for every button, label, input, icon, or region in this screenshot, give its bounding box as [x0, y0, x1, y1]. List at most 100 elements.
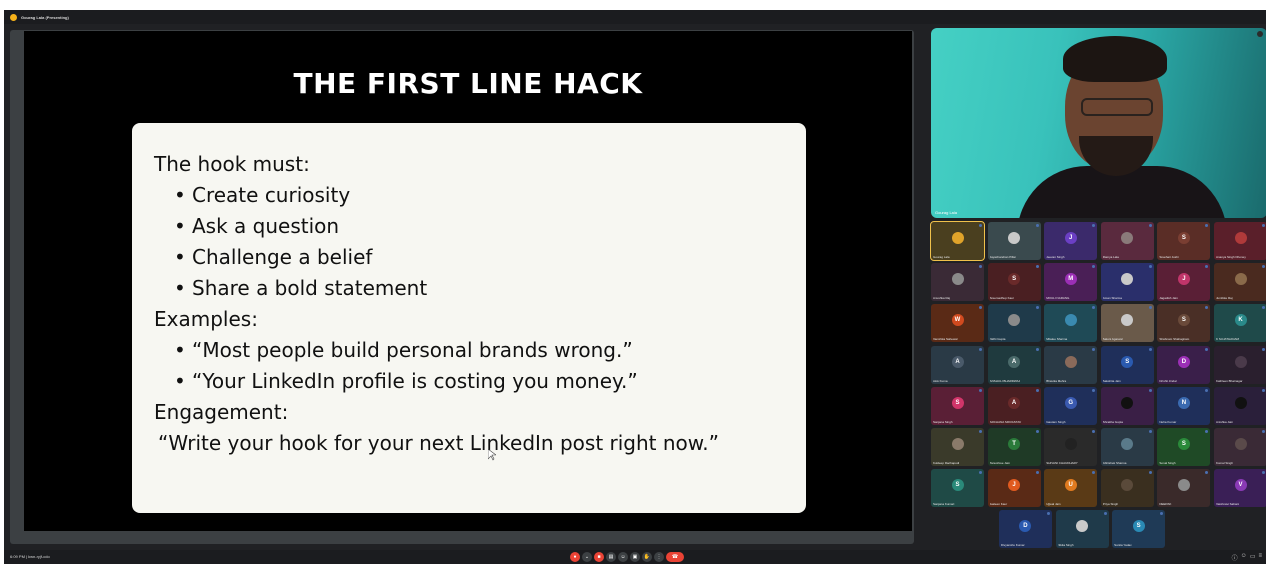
mic-status-icon [1035, 347, 1039, 351]
mic-status-icon [1092, 265, 1096, 269]
participant-avatar [1008, 232, 1021, 244]
participant-tile[interactable]: Nidhi Gupta [987, 304, 1041, 343]
side-panel-icons: ⓘ ☺ ▭ ≡ [1232, 553, 1262, 562]
mic-status-icon [1148, 224, 1152, 227]
participant-tile[interactable]: S Sreemadhup Kaur [987, 263, 1041, 302]
participant-tile[interactable]: W Vanshika Sahewal [931, 304, 984, 343]
mic-status-icon [979, 265, 982, 269]
participant-tile[interactable]: D Divyanshu Kumar [998, 510, 1052, 549]
mic-status-icon [1092, 430, 1096, 433]
participant-tile[interactable]: Jayachandran Pillai [987, 222, 1041, 260]
participant-tile[interactable]: M MOULI NARANG [1044, 263, 1098, 302]
participant-name: Saloni Agarwal [1102, 337, 1123, 342]
mouse-cursor-icon [488, 449, 496, 461]
participant-name: K SUJATHANAM [1216, 337, 1239, 342]
mic-status-icon [1148, 306, 1152, 310]
participant-tile[interactable]: Abhishek Sharma [1100, 428, 1154, 466]
participant-tile[interactable]: K K SUJATHANAM [1214, 304, 1266, 343]
participant-name: Gautam Singh [1046, 419, 1066, 424]
chat-icon[interactable]: ▭ [1250, 553, 1256, 562]
participant-tile[interactable]: D Drishti Jindal [1157, 345, 1211, 384]
participant-tile[interactable]: Komal Singh [1214, 428, 1266, 466]
participant-tile[interactable]: G Gautam Singh [1044, 386, 1098, 425]
participant-tile[interactable]: V Vaishnavi Sahani [1214, 469, 1266, 508]
participant-tile[interactable]: S Shabnam Shahagiram [1157, 304, 1211, 343]
participant-tile[interactable]: J Jasleen Kaur [987, 469, 1041, 508]
participant-tile[interactable]: Mitalee Sharma [1044, 304, 1098, 343]
participant-tile[interactable]: Jumbike Raj [1214, 263, 1266, 302]
participant-tile[interactable]: Kathleen Bhatnagar [1214, 345, 1266, 384]
participant-avatar: V [1234, 479, 1247, 492]
participant-avatar: S [1132, 520, 1145, 533]
participant-tile[interactable]: Bhavika Mehra [1044, 345, 1098, 384]
camera-toggle-icon[interactable]: ■ [594, 552, 604, 562]
participant-tile[interactable]: A Alok Kuma [931, 345, 984, 384]
participant-tile[interactable]: S Sunita Yadav [1112, 510, 1166, 549]
participant-avatar [1234, 438, 1247, 450]
participant-avatar: D [1019, 520, 1032, 533]
participant-tile[interactable]: S Sreehari Joshi [1157, 222, 1211, 260]
call-controls: ● ⌄ ■ ▤ ☺ ▣ ✋ ⋮ ☎ [570, 552, 684, 562]
participant-tile[interactable]: Gourag Lala [930, 221, 985, 261]
raise-hand-icon[interactable]: ✋ [642, 552, 652, 562]
participant-avatar: S [951, 396, 964, 409]
participant-avatar: A [1008, 396, 1021, 409]
captions-icon[interactable]: ▤ [606, 552, 616, 562]
participant-name: Ramya Lala [1102, 255, 1119, 259]
participant-tile[interactable]: Kuldeep Rachapudi [931, 428, 984, 466]
participant-avatar [1234, 355, 1247, 368]
participant-tile[interactable]: N Neha Kumar [1157, 386, 1211, 425]
participant-name: Ananya Singh Dhoney [1216, 255, 1246, 259]
more-options-icon[interactable]: ⋮ [654, 552, 664, 562]
participant-name: Mitalee Sharma [1046, 337, 1068, 342]
participant-tile[interactable]: A ARCHANA SRIVASTAV [987, 386, 1041, 425]
participant-name: Neha Kumar [1159, 419, 1177, 424]
info-icon[interactable]: ⓘ [1232, 553, 1238, 562]
mic-status-icon [979, 347, 982, 351]
participant-tile[interactable]: A ANSHULI BHARDWAJ [987, 345, 1041, 384]
present-icon[interactable]: ▣ [630, 552, 640, 562]
participant-name: Ujjwal Jain [1046, 502, 1061, 507]
participant-tile[interactable]: DEEPAK [1157, 469, 1211, 508]
participant-name: DEEPAK [1159, 502, 1172, 507]
participant-tile[interactable]: S Sanjana Singh [931, 386, 984, 425]
participant-avatar [1121, 273, 1134, 286]
speaker-video-tile[interactable]: Gourag Lala [931, 28, 1266, 218]
mic-status-icon [1205, 347, 1209, 351]
participant-tile[interactable]: S Sakshita Jain [1100, 345, 1154, 384]
people-icon[interactable]: ☺ [1241, 553, 1247, 562]
participant-tile[interactable]: Ramya Lala [1100, 222, 1154, 260]
participant-tile[interactable]: Shrakha Gupta [1100, 386, 1154, 425]
participant-tile[interactable]: Saloni Agarwal [1100, 304, 1154, 343]
participant-tile[interactable]: Ananya Singh Dhoney [1214, 222, 1266, 260]
participant-name: Sreehari Joshi [1159, 255, 1179, 259]
participant-tile[interactable]: S Sonal Singh [1157, 428, 1211, 466]
mic-toggle-icon[interactable]: ● [570, 552, 580, 562]
engagement-label: Engagement: [154, 400, 289, 424]
participant-name: Sunita Yadav [1114, 543, 1132, 548]
leave-call-icon[interactable]: ☎ [666, 552, 684, 562]
participant-tile[interactable]: T Tanushree Jain [987, 428, 1041, 466]
participant-tile[interactable]: SHIVANI CHAUDHARY [1044, 428, 1098, 466]
participant-tile[interactable]: J Jagadish Jain [1157, 263, 1211, 302]
participant-tile[interactable]: S Sanjana Kumari [931, 469, 984, 508]
participant-tile[interactable]: Priya Singh [1100, 469, 1154, 508]
participant-tile[interactable]: Aman Sharma [1100, 263, 1154, 302]
participant-avatar [1121, 232, 1134, 244]
participant-tile[interactable]: Anushka Raj [931, 263, 984, 302]
engagement-quote: “Write your hook for your next LinkedIn … [158, 431, 720, 455]
participant-tile[interactable]: J Jeevan Singh [1044, 222, 1098, 260]
participant-avatar: J [1177, 273, 1190, 286]
participant-tile[interactable]: Nikita Singh [1055, 510, 1109, 549]
emoji-icon[interactable]: ☺ [618, 552, 628, 562]
slide: THE FIRST LINE HACK The hook must: Creat… [24, 31, 912, 531]
mic-options-icon[interactable]: ⌄ [582, 552, 592, 562]
activities-icon[interactable]: ≡ [1258, 553, 1262, 562]
participant-avatar [951, 438, 964, 450]
participant-avatar [1234, 232, 1247, 244]
participant-name: Jeevan Singh [1046, 255, 1065, 259]
participant-avatar [1008, 314, 1021, 327]
participant-tile[interactable]: U Ujjwal Jain [1044, 469, 1098, 508]
pin-icon[interactable] [1257, 31, 1263, 37]
participant-tile[interactable]: Anishka Jain [1214, 386, 1266, 425]
